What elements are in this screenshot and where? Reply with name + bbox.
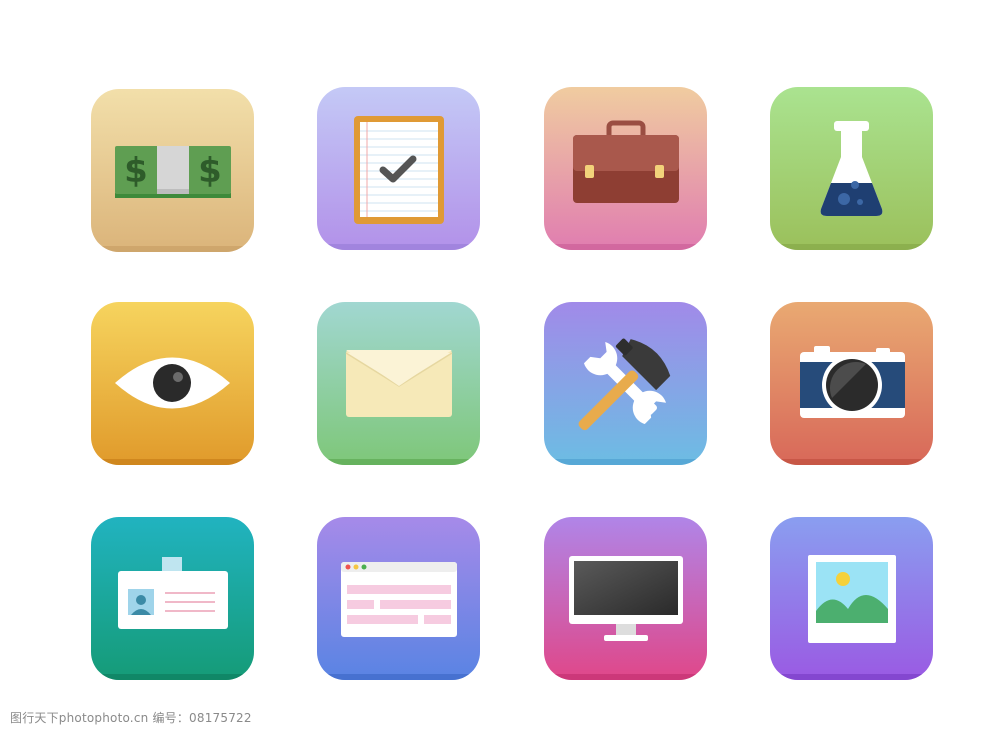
monitor-icon[interactable]: [544, 517, 707, 680]
eye-icon[interactable]: [91, 302, 254, 465]
icon-grid: $ $ 图行天下photophoto.cn 编号：08175722: [0, 0, 991, 731]
money-icon[interactable]: $ $: [91, 89, 254, 252]
envelope-icon[interactable]: [317, 302, 480, 465]
camera-icon[interactable]: [770, 302, 933, 465]
flask-icon[interactable]: [770, 87, 933, 250]
svg-text:$: $: [124, 151, 148, 191]
watermark-text: 图行天下photophoto.cn 编号：08175722: [10, 711, 252, 725]
svg-text:$: $: [198, 151, 222, 191]
briefcase-icon[interactable]: [544, 87, 707, 250]
photo-icon[interactable]: [770, 517, 933, 680]
browser-window-icon[interactable]: [317, 517, 480, 680]
id-card-icon[interactable]: [91, 517, 254, 680]
tools-icon[interactable]: [544, 302, 707, 465]
checklist-icon[interactable]: [317, 87, 480, 250]
